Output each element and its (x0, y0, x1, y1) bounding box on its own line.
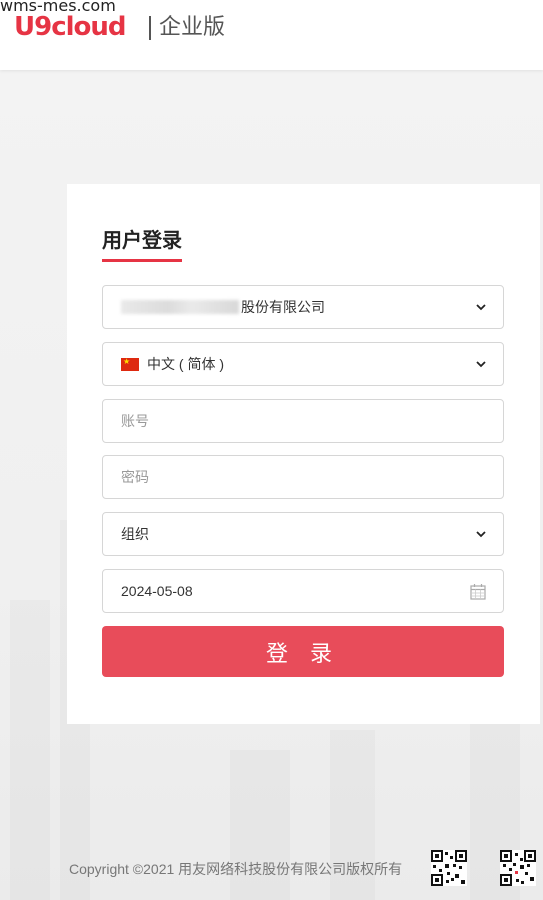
copyright-text: Copyright ©2021 用友网络科技股份有限公司版权所有 (69, 861, 403, 877)
org-placeholder: 组织 (121, 526, 149, 542)
language-value: 中文 ( 简体 ) (147, 356, 224, 372)
login-card: 用户登录 股份有限公司 中文 ( 简体 ) 组织 2024-05-08 登 (67, 184, 540, 724)
company-name-suffix: 股份有限公司 (241, 299, 325, 315)
chevron-down-icon (476, 361, 486, 368)
redacted-company-name (121, 300, 239, 314)
account-input[interactable] (121, 406, 461, 436)
logo-divider (149, 16, 151, 40)
password-input[interactable] (121, 462, 461, 492)
date-value: 2024-05-08 (121, 583, 193, 599)
calendar-icon[interactable] (470, 583, 486, 600)
date-field[interactable]: 2024-05-08 (102, 569, 504, 613)
edition-label: 企业版 (159, 14, 226, 39)
language-select[interactable]: 中文 ( 简体 ) (102, 342, 504, 386)
chevron-down-icon (476, 304, 486, 311)
account-field[interactable] (102, 399, 504, 443)
china-flag-icon (121, 356, 139, 371)
password-field[interactable] (102, 455, 504, 499)
login-button[interactable]: 登 录 (102, 626, 504, 677)
qr-code-icon[interactable] (431, 850, 467, 886)
org-select[interactable]: 组织 (102, 512, 504, 556)
login-title: 用户登录 (102, 229, 182, 262)
watermark: wms-mes.com (0, 0, 116, 15)
company-select[interactable]: 股份有限公司 (102, 285, 504, 329)
qr-code-icon[interactable] (500, 850, 536, 886)
brand-logo: U9cloud (14, 12, 127, 42)
chevron-down-icon (476, 531, 486, 538)
